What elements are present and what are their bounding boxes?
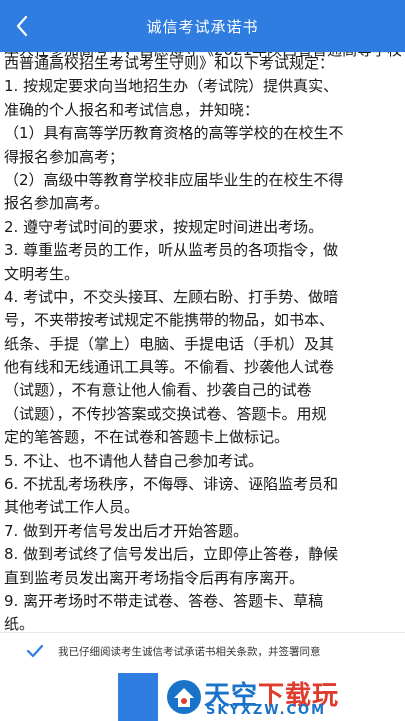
pledge-line: （2）高级中等教育学校非应届毕业生的在校生不得 [4,170,344,189]
pledge-line: 纸条、手提（掌上）电脑、手提电话（手机）及其 [4,334,335,353]
pledge-line: 直到监考员发出离开考场指令后再有序离开。 [4,568,305,587]
agree-checkbox[interactable] [26,642,44,660]
confirm-button[interactable] [118,673,158,721]
pledge-line: 西普通高校招生考试考生守则》和以下考试规定： [4,54,335,72]
pledge-line: 7. 做到开考信号发出后才开始答题。 [4,521,249,540]
pledge-line: 号，不夹带按考试规定不能携带的物品，如书本、 [4,311,335,330]
footer: 我已仔细阅读考生诚信考试承诺书相关条款，并签署同意 天空下载玩 SKYXZW.C… [0,632,405,721]
pledge-line: （1）具有高等学历教育资格的高等学校的在校生不 [4,124,344,143]
pledge-line: 文明考生。 [4,264,80,283]
pledge-line: 定的笔答题，不在试卷和答题卡上做标记。 [4,428,290,447]
chevron-left-icon [16,15,28,37]
pledge-line: 其他考试工作人员。 [4,498,140,517]
pledge-line: 报名参加高考。 [4,194,110,213]
pledge-line: 准确的个人报名和考试信息，并知晓： [4,100,260,119]
watermark-en: SKYXZW.COM [206,703,327,718]
pledge-line: 4. 考试中，不交头接耳、左顾右盼、打手势、做暗 [4,287,339,306]
pledge-text: 西普通高校招生考试考生守则》和以下考试规定： 1. 按规定要求向当地招生办（考试院… [4,52,402,632]
top-bar: 诚信考试承诺书 [0,0,405,52]
pledge-line: 得报名参加高考； [4,147,125,166]
agreement-text: 我已仔细阅读考生诚信考试承诺书相关条款，并签署同意 [58,645,321,658]
pledge-line: 9. 离开考场时不带走试卷、答卷、答题卡、草稿 [4,591,324,610]
pledge-content[interactable]: 本人在参加高考中，自愿遵守《2021年陕西省普通高等学校招生考试 西普通高校招生… [0,52,405,632]
checkmark-icon [26,644,44,658]
pledge-line: 2. 遵守考试时间的要求，按规定时间进出考场。 [4,217,324,236]
pledge-line: （试题），不有意让他人偷看、抄袭自己的试卷 [4,381,312,400]
pledge-line: 8. 做到考试终了信号发出后，立即停止答卷，静候 [4,545,339,564]
pledge-line: 1. 按规定要求向当地招生办（考试院）提供真实、 [4,77,339,96]
agreement-row[interactable]: 我已仔细阅读考生诚信考试承诺书相关条款，并签署同意 [0,633,405,669]
pledge-line: 3. 尊重监考员的工作，听从监考员的各项指令，做 [4,241,339,260]
pledge-line: 纸。 [4,615,35,632]
pledge-line: 6. 不扰乱考场秩序，不侮辱、诽谤、诬陷监考员和 [4,475,339,494]
pledge-line: 他有线和无线通讯工具等。不偷看、抄袭他人试卷 [4,358,335,377]
pledge-line: （试题），不传抄答案或交换试卷、答题卡。用规 [4,404,327,423]
watermark-logo: 天空下载玩 SKYXZW.COM [158,673,405,721]
pledge-line: 5. 不让、也不请他人替自己参加考试。 [4,451,264,470]
logo-icon [167,680,201,714]
back-button[interactable] [8,12,36,40]
page-title: 诚信考试承诺书 [146,17,259,36]
